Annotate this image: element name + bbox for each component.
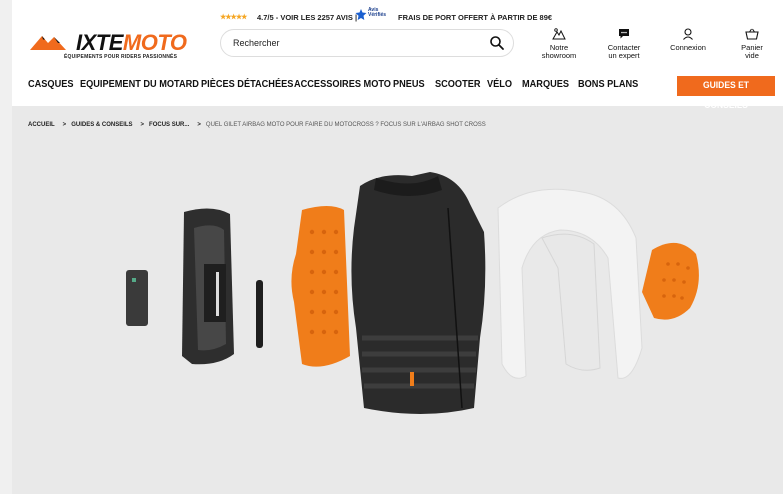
basket-icon bbox=[745, 28, 759, 40]
chest-protector-part bbox=[642, 242, 699, 320]
breadcrumb-separator: > bbox=[197, 122, 201, 128]
nav-item-scooter[interactable]: SCOOTER bbox=[435, 79, 480, 90]
breadcrumb-focus[interactable]: FOCUS SUR... bbox=[149, 122, 189, 128]
top-info-bar: ★★★★★ 4.7/5 - VOIR LES 2257 AVIS | Avis … bbox=[12, 8, 783, 26]
main-nav: CASQUES EQUIPEMENT DU MOTARD PIÈCES DÉTA… bbox=[12, 76, 783, 96]
gas-cartridge-part bbox=[256, 280, 263, 348]
badge-line-2: Vérifiés bbox=[368, 12, 387, 18]
nav-item-bons-plans[interactable]: BONS PLANS bbox=[578, 79, 638, 90]
login-button[interactable]: Connexion bbox=[663, 28, 713, 52]
search-bar bbox=[220, 29, 514, 57]
search-icon[interactable] bbox=[489, 35, 505, 51]
user-icon bbox=[683, 28, 693, 40]
airbag-exploded-view-image bbox=[126, 172, 699, 414]
reviews-link[interactable]: 4.7/5 - VOIR LES 2257 AVIS | bbox=[257, 13, 357, 22]
nav-item-accessoires[interactable]: ACCESSOIRES MOTO bbox=[294, 79, 391, 90]
nav-item-equipement[interactable]: EQUIPEMENT DU MOTARD bbox=[80, 79, 199, 90]
nav-item-velo[interactable]: VÉLO bbox=[487, 79, 512, 90]
logo-word-moto: MOTO bbox=[122, 30, 187, 55]
logo-tagline: ÉQUIPEMENTS POUR RIDERS PASSIONNÉS bbox=[64, 54, 178, 60]
page: ★★★★★ 4.7/5 - VOIR LES 2257 AVIS | Avis … bbox=[12, 0, 783, 494]
contact-expert-button[interactable]: Contacter un expert bbox=[599, 28, 649, 60]
nav-item-pieces[interactable]: PIÈCES DÉTACHÉES bbox=[201, 79, 293, 90]
login-label: Connexion bbox=[670, 43, 706, 52]
breadcrumb-home[interactable]: ACCUEIL bbox=[28, 122, 55, 128]
breadcrumb: ACCUEIL > GUIDES & CONSEILS > FOCUS SUR... > Q… bbox=[28, 122, 489, 128]
showroom-line-2: showroom bbox=[541, 51, 577, 60]
verified-reviews-badge[interactable]: Avis Vérifiés bbox=[355, 8, 387, 24]
verified-reviews-icon bbox=[355, 9, 367, 20]
site-header: ★★★★★ 4.7/5 - VOIR LES 2257 AVIS | Avis … bbox=[12, 0, 783, 111]
guides-label: GUIDES ET CONSEILS bbox=[702, 80, 750, 111]
logo-wordmark: IXTEMOTO bbox=[76, 30, 187, 56]
logo-mountain-icon bbox=[30, 36, 66, 50]
control-box-part bbox=[126, 270, 148, 326]
search-input[interactable] bbox=[233, 36, 473, 50]
guides-button[interactable]: GUIDES ET CONSEILS bbox=[677, 76, 775, 111]
contact-line-2: un expert bbox=[608, 51, 640, 60]
showroom-icon bbox=[552, 28, 566, 40]
site-logo[interactable]: IXTEMOTO ÉQUIPEMENTS POUR RIDERS PASSION… bbox=[30, 30, 210, 64]
breadcrumb-separator: > bbox=[140, 122, 145, 128]
nav-item-casques[interactable]: CASQUES bbox=[28, 79, 73, 90]
breadcrumb-current: QUEL GILET AIRBAG MOTO POUR FAIRE DU MOT… bbox=[205, 122, 486, 128]
chat-icon bbox=[619, 29, 629, 39]
free-shipping-text: FRAIS DE PORT OFFERT À PARTIR DE 89€ bbox=[398, 13, 553, 22]
logo-word-ixte: IXTE bbox=[76, 30, 123, 55]
back-protector-part bbox=[291, 206, 350, 367]
nav-item-pneus[interactable]: PNEUS bbox=[393, 79, 425, 90]
breadcrumb-guides[interactable]: GUIDES & CONSEILS bbox=[71, 122, 132, 128]
nav-item-marques[interactable]: MARQUES bbox=[522, 79, 569, 90]
airbag-vest-part bbox=[351, 172, 486, 414]
showroom-button[interactable]: Notre showroom bbox=[534, 28, 584, 60]
cart-line-2: vide bbox=[745, 51, 759, 60]
cart-button[interactable]: Panier vide bbox=[727, 28, 777, 60]
breadcrumb-separator: > bbox=[62, 122, 67, 128]
rating-stars: ★★★★★ bbox=[220, 14, 247, 21]
